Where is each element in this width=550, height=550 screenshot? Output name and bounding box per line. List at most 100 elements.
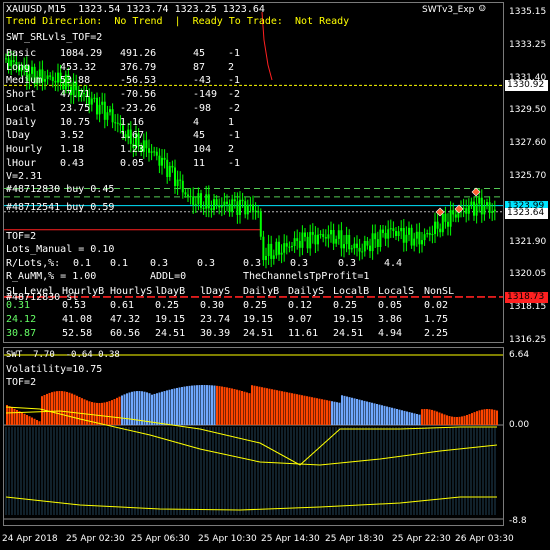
swt-indicator-pane[interactable]: SWT 7.70 -0.64 0.38 Volatility=10.75 TOF… [0,347,550,527]
stats-cell: -2 [228,89,241,101]
candle-body [150,151,153,153]
indicator-bar [328,400,331,425]
sl-header-cell: SL_Level [6,286,55,297]
indicator-bar [68,392,71,425]
indicator-bar [261,387,263,425]
candle-body [155,151,158,156]
indicator-bar [181,386,183,425]
indicator-bar [318,398,321,425]
candle-body [392,228,395,231]
indicator-bar [436,411,438,425]
candle-body [179,179,182,181]
candle-body [447,221,449,227]
price-chart-pane[interactable]: XAUUSD,M15 1323.54 1323.74 1323.25 1323.… [0,0,550,345]
indicator-bar [263,387,266,425]
sl-row3-cell: 24.51 [333,328,364,339]
indicator-bar [483,409,486,425]
candle-body [402,227,405,243]
candle-body [439,228,442,233]
indicator-bar [131,391,133,425]
indicator-bar [106,401,108,425]
indicator-bar [76,395,78,425]
indicator-axis-top: 6.64 [509,350,530,360]
indicator-bar [473,412,476,425]
candle-body [410,227,413,246]
candle-body [189,196,192,198]
indicator-bar [341,395,343,425]
candle-body [337,230,340,239]
candle-body [314,234,317,245]
candle-body [296,238,299,241]
candle-body [306,236,309,249]
candle-body [493,209,496,212]
candle-body [103,101,106,120]
candle-body [239,199,241,215]
candle-body [231,199,234,213]
indicator-bar [23,413,26,425]
candle-body [483,206,486,215]
price-tag-red: 1318.73 [505,292,548,303]
indicator-bar [78,396,81,425]
indicator-bar [406,411,408,425]
indicator-bar [168,389,171,425]
candle-body [348,234,351,250]
stats-cell: -1 [228,157,241,169]
smiley-icon[interactable]: ☺ [479,3,486,14]
candle-body [376,239,379,248]
indicator-bar [81,398,83,425]
candle-body [226,201,228,204]
candle-body [418,231,421,245]
indicator-bar [356,399,358,425]
sl-row1-cell: 0.25 [155,300,180,311]
indicator-bar [108,401,111,425]
stats-cell: 1 [228,116,235,128]
indicator-bar [221,386,223,425]
candle-body [363,240,366,252]
candle-body [252,204,254,211]
candle-body [223,201,226,206]
indicator-bar [213,385,216,425]
stats-cell: -23.26 [120,102,157,114]
indicator-bar [461,416,463,425]
candle-body [304,232,306,237]
sl-row2-cell: 24.12 [6,314,37,325]
indicator-bar [343,395,346,425]
volatility-label: Volatility=10.75 [6,364,103,375]
risk-lots-value: 0.1 [73,258,92,269]
candle-body [382,229,384,233]
indicator-bar [311,397,313,425]
indicator-bar [61,391,63,425]
indicator-bar [173,388,176,425]
indicator-bar [458,416,461,425]
indicator-bar [338,402,341,425]
indicator-bar [268,388,271,425]
sl-header-cell: lDayB [155,286,186,297]
time-axis[interactable]: 24 Apr 2018 25 Apr 02:30 25 Apr 06:30 25 Ap… [0,527,550,550]
stats-cell: 11 [193,157,206,169]
indicator-bar [403,410,406,425]
indicator-bar [296,394,298,425]
indicator-bar [161,391,163,425]
risk-aumm-label: R_AuMM,% = 1.00 [6,271,97,282]
candle-body [262,236,265,261]
indicator-bar [176,387,178,425]
indicator-bar [46,393,48,425]
candle-body [205,194,208,209]
candle-body [293,238,296,247]
time-axis-label: 25 Apr 06:30 [131,534,190,544]
indicator-bar [496,410,498,425]
stats-row-label: Local [6,102,37,114]
indicator-bar [331,401,333,425]
sl-row2-cell: 1.75 [424,314,449,325]
indicator-bar [196,385,198,425]
candle-body [249,204,252,206]
candle-body [259,211,262,237]
indicator-bar [93,402,96,425]
stats-cell: 23.75 [60,102,91,114]
candle-body [116,122,119,124]
indicator-bar [423,409,426,425]
stats-cell: 1.16 [120,116,145,128]
candle-body [46,75,49,80]
indicator-tof-label: TOF=2 [6,377,37,388]
indicator-bar [231,388,233,425]
